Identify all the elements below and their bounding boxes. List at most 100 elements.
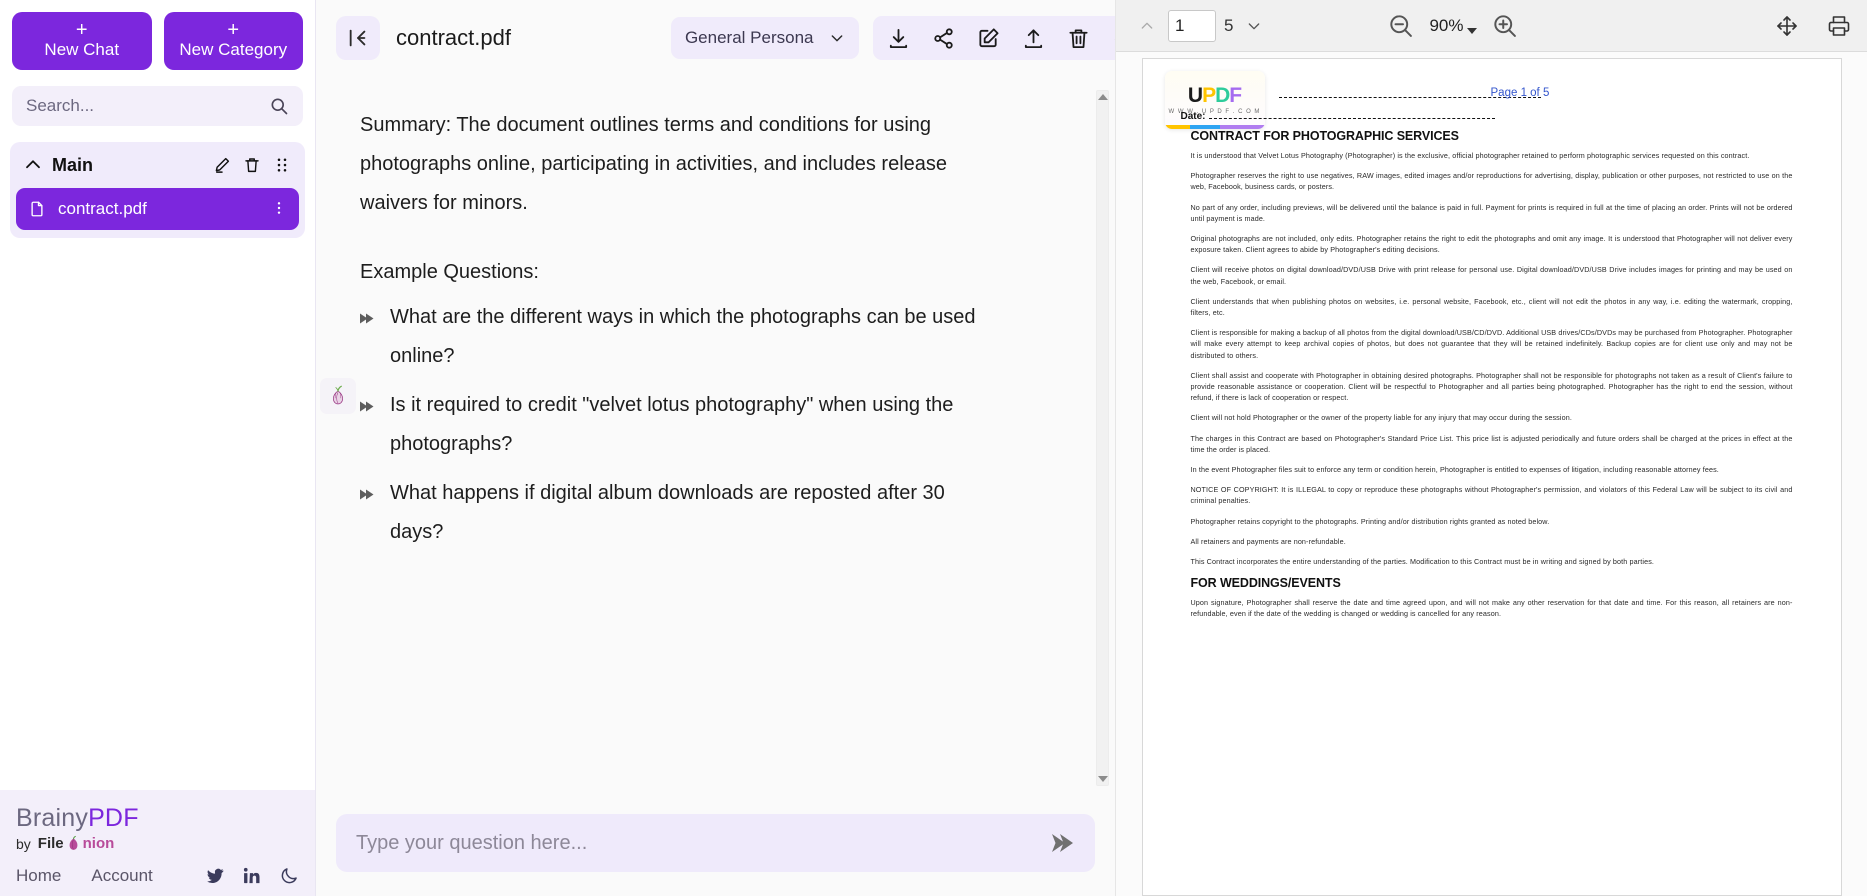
byline: by File nion xyxy=(16,835,299,852)
new-buttons-row: + New Chat + New Category xyxy=(12,12,303,70)
arrow-bullet-icon xyxy=(360,312,374,325)
contract-paragraph: Client will receive photos on digital do… xyxy=(1190,265,1793,286)
new-category-button[interactable]: + New Category xyxy=(163,12,303,70)
previous-page-button[interactable] xyxy=(1132,11,1162,41)
example-question-text: What happens if digital album downloads … xyxy=(390,482,945,543)
footer-link-account[interactable]: Account xyxy=(91,866,152,886)
scroll-up-arrow-icon[interactable] xyxy=(1097,94,1108,100)
twitter-icon[interactable] xyxy=(205,866,225,886)
contract-paragraph: No part of any order, including previews… xyxy=(1190,202,1793,223)
pencil-icon[interactable] xyxy=(213,156,231,174)
sidebar-document-item[interactable]: contract.pdf xyxy=(16,188,299,230)
contract-paragraph: Client will not hold Photographer or the… xyxy=(1190,413,1572,423)
next-page-button[interactable] xyxy=(1239,11,1269,41)
grid-drag-icon[interactable] xyxy=(273,156,291,174)
updf-wordmark: UPDF xyxy=(1187,84,1242,107)
contract-paragraph: Photographer reserves the right to use n… xyxy=(1190,171,1793,192)
contract-paragraph: Upon signature, Photographer shall reser… xyxy=(1190,598,1793,619)
persona-dropdown[interactable]: General Persona xyxy=(670,17,860,59)
arrow-bullet-icon xyxy=(360,488,374,501)
search-icon[interactable] xyxy=(269,96,289,116)
category-block: Main contract.pdf xyxy=(10,142,305,238)
new-chat-button[interactable]: + New Chat xyxy=(12,12,152,70)
persona-selected-value: General Persona xyxy=(684,28,814,47)
sidebar: + New Chat + New Category Search... Main… xyxy=(0,0,316,896)
trash-icon[interactable] xyxy=(1067,27,1090,50)
summary-text: Summary: The document outlines terms and… xyxy=(360,114,948,214)
new-category-label: New Category xyxy=(179,40,288,59)
chat-input-container[interactable] xyxy=(336,814,1095,872)
edit-icon[interactable] xyxy=(977,27,1000,50)
pdf-toolbar: 5 90% xyxy=(1116,0,1867,52)
by-text: by xyxy=(16,835,31,852)
file-document-icon xyxy=(28,200,46,218)
pdf-zoom-controls: 90% xyxy=(1387,12,1518,40)
example-question-item[interactable]: What happens if digital album downloads … xyxy=(360,474,1000,552)
linkedin-icon[interactable] xyxy=(242,866,262,886)
kebab-menu-icon[interactable] xyxy=(271,200,287,218)
date-label: Date: xyxy=(1180,111,1206,122)
moon-dark-mode-icon[interactable] xyxy=(279,866,299,886)
contract-heading: CONTRACT FOR PHOTOGRAPHIC SERVICES xyxy=(1190,129,1459,143)
search-input[interactable] xyxy=(26,96,269,116)
footer-link-home[interactable]: Home xyxy=(16,866,61,886)
sidebar-footer: BrainyPDF by File nion Home Account xyxy=(0,790,315,896)
zoom-out-icon[interactable] xyxy=(1387,12,1415,40)
chat-panel: contract.pdf General Persona Summary: Th… xyxy=(316,0,1150,896)
contract-paragraph: The charges in this Contract are based o… xyxy=(1190,433,1793,454)
pdf-page-1: UPDF W W W . U P D F . C O M Page 1 of 5… xyxy=(1141,58,1842,896)
contract-paragraph: NOTICE OF COPYRIGHT: It is ILLEGAL to co… xyxy=(1190,485,1793,506)
company-suffix: nion xyxy=(82,835,115,852)
trash-icon[interactable] xyxy=(243,156,261,174)
contract-paragraph: Client understands that when publishing … xyxy=(1190,296,1793,318)
example-question-item[interactable]: Is it required to credit "velvet lotus p… xyxy=(360,386,1000,464)
example-question-text: What are the different ways in which the… xyxy=(390,306,976,367)
chevron-up-icon[interactable] xyxy=(24,156,42,174)
example-questions-label: Example Questions: xyxy=(360,261,539,283)
pdf-page-stage[interactable]: UPDF W W W . U P D F . C O M Page 1 of 5… xyxy=(1116,52,1867,896)
zoom-in-icon[interactable] xyxy=(1491,12,1519,40)
print-icon[interactable] xyxy=(1827,14,1851,38)
page-label-prefix: Page xyxy=(1490,87,1518,99)
new-chat-label: New Chat xyxy=(44,40,120,59)
example-question-item[interactable]: What are the different ways in which the… xyxy=(360,298,1000,376)
example-question-text: Is it required to credit "velvet lotus p… xyxy=(390,394,954,455)
contract-paragraph: This Contract incorporates the entire un… xyxy=(1190,557,1655,567)
assistant-message: Summary: The document outlines terms and… xyxy=(320,106,1053,552)
chat-header: contract.pdf General Persona xyxy=(316,0,1150,76)
page-number-input[interactable] xyxy=(1168,9,1216,42)
pdf-page-header: UPDF W W W . U P D F . C O M Page 1 of 5… xyxy=(1164,71,1793,129)
contract-paragraph: Client is responsible for making a backu… xyxy=(1190,328,1793,360)
page-label-value: 1 of 5 xyxy=(1520,87,1550,99)
zoom-level-dropdown[interactable]: 90% xyxy=(1429,16,1477,36)
contract-paragraph: In the event Photographer files suit to … xyxy=(1190,465,1719,475)
contract-paragraph: Photographer retains copyright to the ph… xyxy=(1190,516,1550,526)
pdf-page-controls: 5 xyxy=(1132,9,1269,42)
plus-icon: + xyxy=(75,19,88,41)
search-container[interactable] xyxy=(12,86,303,126)
contract-paragraph: Client shall assist and cooperate with P… xyxy=(1190,370,1793,403)
brand-logo: BrainyPDF xyxy=(16,804,299,833)
contract-paragraph: Original photographs are not included, o… xyxy=(1190,234,1793,255)
updf-color-bar xyxy=(1164,125,1265,129)
total-pages-label: 5 xyxy=(1224,15,1234,35)
pdf-viewer-panel: 5 90% xyxy=(1115,0,1867,896)
date-dashed-line xyxy=(1208,118,1495,119)
category-actions xyxy=(213,156,291,174)
download-icon[interactable] xyxy=(887,27,910,50)
chat-question-input[interactable] xyxy=(356,831,1051,855)
pdf-view-tools xyxy=(1775,14,1851,38)
collapse-sidebar-icon[interactable] xyxy=(336,16,380,60)
category-header[interactable]: Main xyxy=(16,148,299,182)
chat-vertical-scrollbar[interactable] xyxy=(1096,90,1109,786)
brand-suffix: PDF xyxy=(88,804,139,832)
example-questions-list: What are the different ways in which the… xyxy=(360,298,1000,552)
pan-move-icon[interactable] xyxy=(1775,14,1799,38)
document-toolbar xyxy=(873,16,1150,60)
scroll-down-arrow-icon[interactable] xyxy=(1097,776,1108,782)
chat-scroll-area: Summary: The document outlines terms and… xyxy=(316,76,1093,800)
send-arrow-icon[interactable] xyxy=(1051,832,1075,854)
share-icon[interactable] xyxy=(932,27,955,50)
company-prefix: File xyxy=(37,835,64,852)
upload-icon[interactable] xyxy=(1022,27,1045,50)
